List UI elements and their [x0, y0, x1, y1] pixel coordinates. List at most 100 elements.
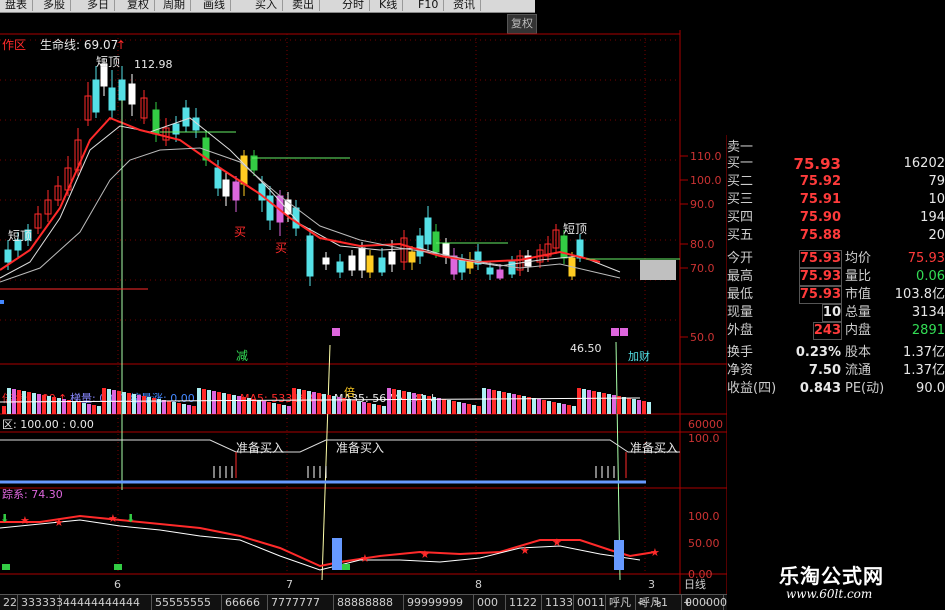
- volume-bar: [77, 402, 81, 414]
- volume-bar: [182, 404, 186, 414]
- candle-body: [442, 243, 450, 257]
- volume-bar: [642, 401, 646, 414]
- osc-star: ★: [360, 552, 370, 565]
- axis-tick-label: 110.0: [690, 150, 722, 163]
- volume-bar: [202, 389, 206, 414]
- volume-bar: [607, 394, 611, 414]
- volume-bar: [322, 394, 326, 414]
- candle-body: [366, 255, 374, 273]
- volume-bar: [27, 392, 31, 414]
- volume-bar: [272, 403, 276, 414]
- osc-pane-label: 踪系: 74.30: [2, 487, 63, 501]
- signal-marker: [0, 300, 4, 304]
- volume-bar: [147, 397, 151, 414]
- volume-bar: [162, 400, 166, 414]
- candle-body: [108, 87, 116, 111]
- nav-button[interactable]: -: [702, 595, 712, 610]
- stat-value: 75.93: [798, 268, 843, 286]
- candle-body: [378, 257, 386, 273]
- kline-chart[interactable]: 110.0 100.0 90.0 80.0 70.0 50.0 作区 生命线: 69.07↑ 1…: [0, 0, 727, 594]
- nav-button[interactable]: >: [650, 595, 665, 610]
- candle-body: [222, 179, 230, 197]
- formula-tab[interactable]: 1122: [506, 595, 542, 610]
- candle-body: [408, 251, 416, 263]
- ma-line-red: [0, 116, 601, 271]
- formula-tab[interactable]: 0011: [574, 595, 606, 610]
- candle-body: [560, 235, 568, 259]
- chart-title: 作区: [2, 38, 26, 52]
- osc-star: ★: [108, 512, 118, 525]
- volume-bar: [2, 406, 6, 414]
- quote-label: 买一: [727, 156, 754, 171]
- formula-tab[interactable]: 66666: [222, 595, 268, 610]
- volume-bar: [552, 402, 556, 414]
- candle-body: [388, 251, 396, 265]
- osc-arrow: ⬇: [0, 512, 9, 525]
- annotation-label: 买: [234, 225, 246, 239]
- volume-bar: [397, 390, 401, 414]
- formula-tab[interactable]: 22: [0, 595, 18, 610]
- signal-marker: [332, 328, 340, 336]
- formula-tab[interactable]: 55555555: [152, 595, 222, 610]
- signal-arrow-line: [321, 344, 331, 581]
- stat-label: 净资: [727, 363, 754, 378]
- quote-stat-row: 最低 75.93 市值 103.8亿: [727, 286, 945, 304]
- formula-tab[interactable]: 7777777: [268, 595, 334, 610]
- date-label: 6: [114, 578, 121, 591]
- nav-button[interactable]: <: [634, 595, 649, 610]
- formula-tab[interactable]: 000: [474, 595, 506, 610]
- quote-sell1: 卖一: [727, 140, 945, 156]
- volume-bar: [477, 406, 481, 414]
- volume-bar: [112, 390, 116, 414]
- stat-value: 90.0: [916, 381, 945, 396]
- date-label: 8: [475, 578, 482, 591]
- volume-bar: [442, 399, 446, 414]
- volume-bar: [582, 389, 586, 414]
- signal-label: 准备买入: [236, 441, 284, 455]
- quote-volume: 194: [920, 210, 945, 225]
- osc-star: ★: [552, 536, 562, 549]
- volume-bar: [317, 393, 321, 414]
- candle-body: [458, 259, 466, 273]
- volume-bar: [257, 400, 261, 414]
- osc-line-white: [0, 519, 641, 571]
- quote-price: 75.90: [799, 210, 841, 225]
- volume-bar: [82, 403, 86, 414]
- candle-body: [182, 107, 190, 127]
- candle-body: [576, 239, 584, 259]
- formula-tab[interactable]: 333333: [18, 595, 63, 610]
- formula-tab[interactable]: 99999999: [404, 595, 474, 610]
- volume-bar: [132, 394, 136, 414]
- watermark-title: 乐淘公式网: [779, 564, 884, 588]
- signal-label: 准备买入: [336, 441, 384, 455]
- period-label: 日线: [684, 577, 706, 591]
- stat-label: 均价: [845, 251, 872, 266]
- volume-bar: [177, 403, 181, 414]
- candle-body: [336, 261, 344, 273]
- stat-value: 0.23%: [795, 345, 841, 360]
- volume-bar: [237, 396, 241, 414]
- volume-bar: [507, 393, 511, 414]
- quote-price: 75.92: [799, 174, 841, 189]
- volume-bar: [32, 393, 36, 414]
- osc-signal-bar: [332, 538, 342, 570]
- volume-bar: [462, 403, 466, 414]
- volume-bar: [532, 398, 536, 414]
- volume-bar: [67, 400, 71, 414]
- stat-label: 内盘: [845, 323, 872, 338]
- stat-label: 外盘: [727, 323, 754, 338]
- formula-tab[interactable]: 44444444444: [60, 595, 152, 610]
- quote-label: 买五: [727, 228, 754, 243]
- nav-button[interactable]: +: [680, 595, 695, 610]
- axis-tick-label: 100.0: [690, 174, 722, 187]
- annotation-label: 短顶: [563, 222, 587, 236]
- high-price-marker: 112.98: [134, 58, 173, 71]
- volume-bar: [382, 406, 386, 414]
- formula-tab[interactable]: 呼凡: [606, 595, 636, 610]
- volume-bar: [377, 405, 381, 414]
- volume-bar: [187, 405, 191, 414]
- formula-tab[interactable]: 1133: [542, 595, 574, 610]
- quote-buy-row: 买三 75.91 10: [727, 192, 945, 208]
- candle-body: [240, 155, 248, 185]
- formula-tab[interactable]: 88888888: [334, 595, 404, 610]
